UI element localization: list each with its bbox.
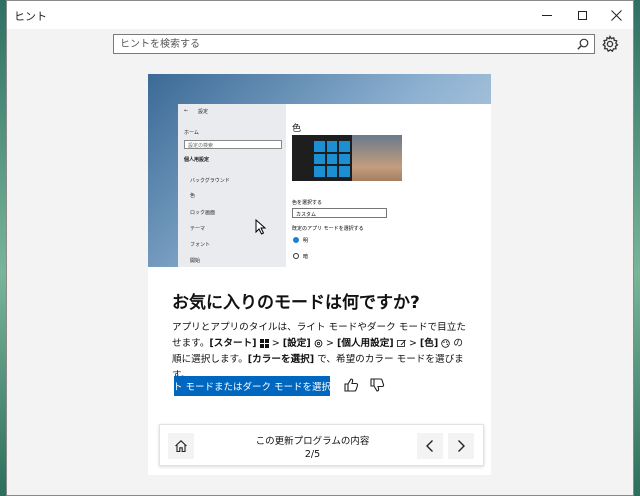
home-icon bbox=[175, 440, 187, 453]
tip-hero-image: ← 設定 ホーム 設定の検索 個人用設定 バックグラウンド 色 ロック画面 テー… bbox=[148, 74, 491, 267]
mouse-cursor-icon bbox=[255, 219, 267, 235]
previous-button[interactable] bbox=[417, 433, 443, 459]
navigation-footer: この更新プログラムの内容 2/5 bbox=[159, 424, 484, 466]
chevron-left-icon bbox=[426, 440, 433, 452]
maximize-icon bbox=[577, 10, 587, 20]
radio-light-label: 明 bbox=[303, 238, 309, 244]
separator: > bbox=[268, 338, 283, 349]
search-icon[interactable] bbox=[576, 37, 590, 51]
search-input[interactable] bbox=[114, 35, 569, 53]
separator: > bbox=[405, 338, 420, 349]
minimize-button[interactable] bbox=[530, 1, 564, 29]
tip-title: お気に入りのモードは何ですか? bbox=[172, 293, 420, 313]
tips-app-window: ヒント ← 設定 ホーム 設定の検索 個人用設定 bbox=[6, 0, 634, 496]
radio-light bbox=[293, 237, 299, 243]
colors-text: [色] bbox=[419, 338, 439, 349]
settings-nav-item: フォント bbox=[190, 242, 211, 248]
personalization-icon bbox=[396, 339, 406, 347]
default-app-mode-label: 既定のアプリ モードを選択する bbox=[292, 226, 364, 232]
settings-nav-item: 色 bbox=[190, 193, 196, 199]
preview-desert-image bbox=[352, 135, 402, 181]
settings-section-title: 個人用設定 bbox=[184, 157, 210, 163]
choose-color-dropdown: カスタム bbox=[292, 208, 387, 218]
close-button[interactable] bbox=[599, 1, 633, 29]
choose-color-value: カスタム bbox=[296, 212, 317, 218]
settings-color-heading: 色 bbox=[292, 124, 302, 134]
tip-card: ← 設定 ホーム 設定の検索 個人用設定 バックグラウンド 色 ロック画面 テー… bbox=[148, 74, 491, 475]
title-bar[interactable]: ヒント bbox=[7, 1, 633, 29]
settings-home-item: ホーム bbox=[184, 130, 199, 136]
settings-back-icon: ← bbox=[184, 108, 189, 114]
next-button[interactable] bbox=[448, 433, 474, 459]
settings-window-screenshot: ← 設定 ホーム 設定の検索 個人用設定 バックグラウンド 色 ロック画面 テー… bbox=[178, 104, 491, 267]
start-text: [スタート] bbox=[209, 338, 257, 349]
settings-text: [設定] bbox=[282, 338, 311, 349]
choose-color-label: 色を選択する bbox=[292, 200, 323, 206]
settings-nav-item: ロック画面 bbox=[190, 210, 216, 216]
radio-dark-label: 暗 bbox=[303, 254, 309, 260]
settings-nav-item: バックグラウンド bbox=[190, 178, 230, 184]
settings-search-placeholder: 設定の検索 bbox=[188, 143, 214, 149]
minimize-icon bbox=[542, 14, 552, 16]
separator: > bbox=[322, 338, 337, 349]
choose-color-text: [カラーを選択] bbox=[247, 354, 315, 365]
personalization-text: [個人用設定] bbox=[336, 338, 394, 349]
settings-nav-item: テーマ bbox=[190, 226, 206, 232]
home-button[interactable] bbox=[168, 433, 194, 459]
settings-sidebar: ← 設定 ホーム 設定の検索 個人用設定 バックグラウンド 色 ロック画面 テー… bbox=[178, 104, 286, 267]
settings-nav-item: 開始 bbox=[190, 258, 201, 264]
color-preview-image bbox=[292, 135, 402, 181]
palette-icon bbox=[441, 338, 451, 348]
preview-tiles bbox=[314, 141, 350, 177]
settings-search-box: 設定の検索 bbox=[184, 140, 282, 149]
app-title: ヒント bbox=[14, 10, 47, 23]
thumbs-down-icon[interactable] bbox=[369, 377, 385, 393]
close-icon bbox=[610, 9, 622, 21]
search-box[interactable] bbox=[113, 34, 595, 54]
thumbs-up-icon[interactable] bbox=[343, 377, 359, 393]
chevron-right-icon bbox=[458, 440, 465, 452]
page-indicator: 2/5 bbox=[304, 449, 321, 460]
gear-icon bbox=[314, 339, 323, 347]
choose-mode-button[interactable]: ライト モードまたはダーク モードを選択する bbox=[154, 376, 350, 396]
maximize-button[interactable] bbox=[565, 1, 599, 29]
tip-body: アプリとアプリのタイルは、ライト モードやダーク モードで目立たせます。[スター… bbox=[172, 320, 472, 384]
collection-title: この更新プログラムの内容 bbox=[255, 436, 370, 447]
settings-content bbox=[286, 104, 491, 267]
radio-dark bbox=[293, 253, 299, 259]
settings-gear-icon[interactable] bbox=[601, 35, 619, 53]
windows-logo-icon bbox=[259, 338, 269, 348]
settings-window-title: 設定 bbox=[198, 109, 209, 115]
